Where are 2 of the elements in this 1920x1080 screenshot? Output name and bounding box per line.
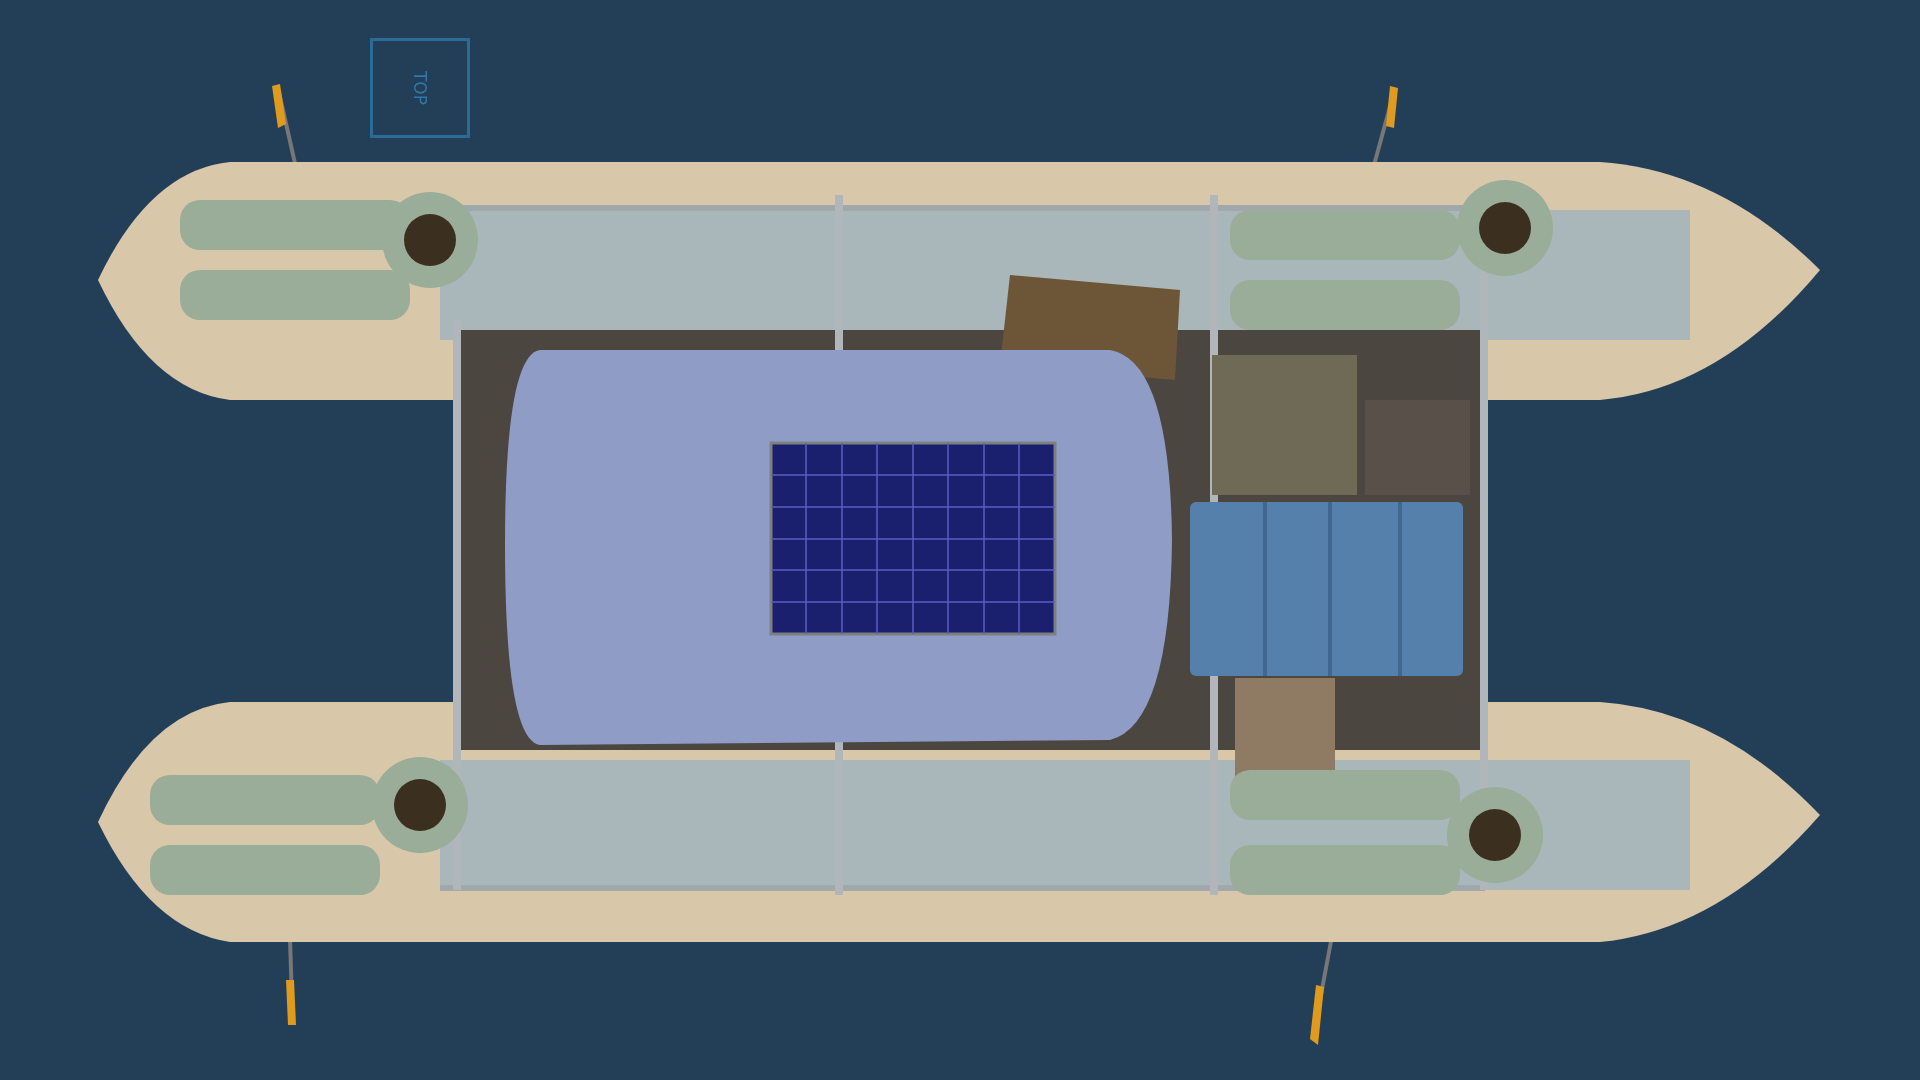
view-cube[interactable]: TOP	[370, 38, 470, 138]
view-label: TOP	[410, 71, 430, 105]
